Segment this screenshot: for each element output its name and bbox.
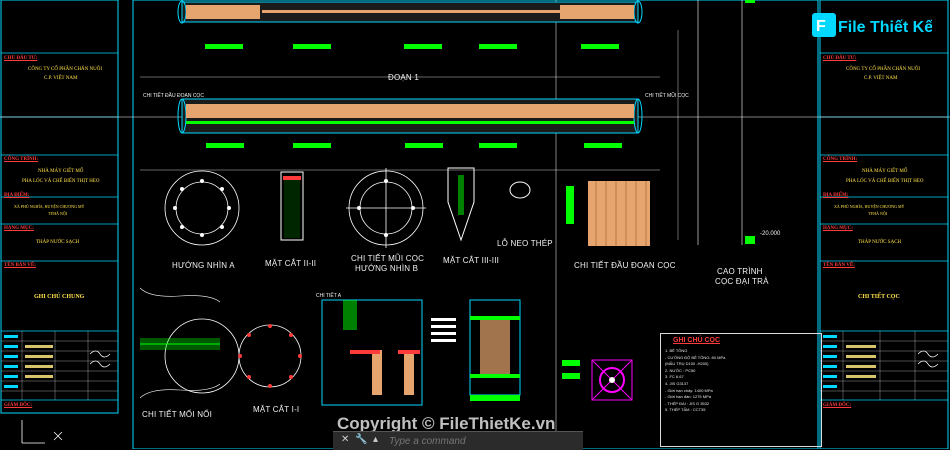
label-elevation: -20.000 [760, 231, 781, 237]
notes-line: - Giới hạn đàn: 1275 MPa [665, 394, 711, 400]
label-cao-trinh: CAO TRÌNH [717, 267, 763, 276]
label-chi-tiet-dau-doan-coc: CHI TIẾT ĐẦU ĐOẠN CỌC [574, 261, 676, 270]
chevron-up-icon[interactable]: ▴ [373, 434, 378, 445]
notes-line: 2. NƯỚC : PC50 [665, 367, 696, 373]
left-dia-diem-label: ĐỊA ĐIỂM: [4, 193, 30, 198]
notes-line: (MẪU TRỤ D100 -H200) [665, 361, 709, 367]
left-giam-doc: GIÁM ĐỐC: [4, 403, 33, 408]
label-huong-nhin-a: HƯỚNG NHÌN A [172, 261, 235, 270]
notes-title: GHI CHÚ CỌC [673, 337, 721, 344]
label-mat-cat-ii-ii: MẶT CẮT II-II [265, 259, 317, 268]
pile-segment-doan-1 [177, 98, 643, 134]
left-ten-ban-ve-label: TÊN BẢN VẼ: [4, 263, 36, 268]
right-ten-ban-ve: CHI TIẾT CỌC [858, 294, 900, 300]
right-chu-dau-tu-label: CHỦ ĐẦU TƯ: [823, 56, 857, 61]
right-hang-muc: THÁP NƯỚC SẠCH [858, 240, 902, 245]
command-line[interactable]: ✕ 🔧 ▴ [333, 431, 583, 450]
notes-line: - CƯỜNG ĐỘ BÊ TÔNG: 80 MPa [665, 354, 726, 360]
label-huong-nhin-b: HƯỚNG NHÌN B [355, 264, 419, 273]
notes-line: - Giới hạn chảy: 1400 MPa [665, 387, 713, 393]
notes-line: 1. BÊ TÔNG [665, 348, 688, 353]
label-coc-dai-tra: CỌC ĐẠI TRÀ [715, 277, 769, 286]
right-cong-trinh-label: CÔNG TRÌNH: [823, 157, 858, 162]
command-input[interactable] [387, 433, 581, 449]
right-chu-dau-tu-1: CÔNG TY CỔ PHẦN CHĂN NUÔI [846, 67, 921, 72]
notes-box: GHI CHÚ CỌC 1. BÊ TÔNG - CƯỜNG ĐỘ BÊ TÔNG… [660, 333, 822, 447]
notes-line: 3. FC 6.67 [665, 374, 684, 380]
left-hang-muc-label: HẠNG MỤC: [4, 226, 34, 231]
left-ten-ban-ve: GHI CHÚ CHUNG [34, 294, 85, 300]
filethietke-logo: F File Thiết Kế.vn [812, 12, 950, 38]
label-chi-tiet-a: CHI TIẾT A [316, 293, 342, 299]
left-chu-dau-tu-1: CÔNG TY CỔ PHẦN CHĂN NUÔI [28, 67, 103, 72]
label-mat-cat-i-i: MẶT CẮT I-I [253, 405, 300, 414]
label-mat-cat-iii-iii: MẶT CẮT III-III [443, 256, 500, 265]
left-dia-diem-1: XÃ PHÚ NGHĨA, HUYỆN CHƯƠNG MỸ [14, 204, 85, 209]
label-lo-neo-thep: LỖ NEO THÉP [497, 239, 553, 248]
right-dia-diem-label: ĐỊA ĐIỂM: [823, 193, 849, 198]
right-cong-trinh-2: PHA LÓC VÀ CHẾ BIẾN THỊT HEO [846, 179, 924, 184]
left-hang-muc: THÁP NƯỚC SẠCH [36, 240, 80, 245]
right-dia-diem-1: XÃ PHÚ NGHĨA, HUYỆN CHƯƠNG MỸ [834, 204, 905, 209]
right-ten-ban-ve-label: TÊN BẢN VẼ: [823, 263, 855, 268]
notes-line: - THÉP ĐAI : JIS G 3532 [665, 400, 710, 406]
label-chi-tiet-mui-coc-top: CHI TIẾT MŨI CỌC [645, 93, 689, 99]
label-chi-tiet-moi-noi: CHI TIẾT MỐI NỐI [142, 410, 213, 419]
notes-line: 5. THÉP TẤM : CCT35 [665, 407, 706, 413]
wrench-icon[interactable]: 🔧 [355, 434, 367, 445]
label-chi-tiet-dau-doan-coc-top: CHI TIẾT ĐẦU ĐOẠN CỌC [143, 93, 204, 99]
notes-line: 4. JIS G3137 [665, 380, 689, 386]
left-cong-trinh-label: CÔNG TRÌNH: [4, 157, 39, 162]
close-icon[interactable]: ✕ [341, 434, 349, 445]
left-cong-trinh-1: NHÀ MÁY GIẾT MỔ [38, 169, 84, 174]
notes-lines: 1. BÊ TÔNG - CƯỜNG ĐỘ BÊ TÔNG: 80 MPa (MẪU… [665, 348, 725, 414]
right-giam-doc: GIÁM ĐỐC: [823, 403, 852, 408]
left-chu-dau-tu-2: C.P. VIỆT NAM [44, 76, 78, 81]
logo-text: File Thiết Kế.vn [838, 19, 932, 36]
svg-text:F: F [816, 18, 826, 35]
right-chu-dau-tu-2: C.P. VIỆT NAM [864, 76, 898, 81]
label-chi-tiet-mui-coc: CHI TIẾT MŨI CỌC [351, 254, 425, 263]
right-cong-trinh-1: NHÀ MÁY GIẾT MỔ [862, 169, 908, 174]
right-dia-diem-2: TP.HÀ NỘI [868, 211, 888, 216]
left-cong-trinh-2: PHA LÓC VÀ CHẾ BIẾN THỊT HEO [22, 179, 100, 184]
pile-segment-top [177, 0, 643, 24]
logo-icon: F File Thiết Kế.vn [812, 13, 950, 37]
left-dia-diem-2: TP.HÀ NỘI [48, 211, 68, 216]
right-hang-muc-label: HẠNG MỤC: [823, 226, 853, 231]
left-chu-dau-tu-label: CHỦ ĐẦU TƯ: [4, 56, 38, 61]
label-doan-1: ĐOẠN 1 [388, 73, 419, 82]
